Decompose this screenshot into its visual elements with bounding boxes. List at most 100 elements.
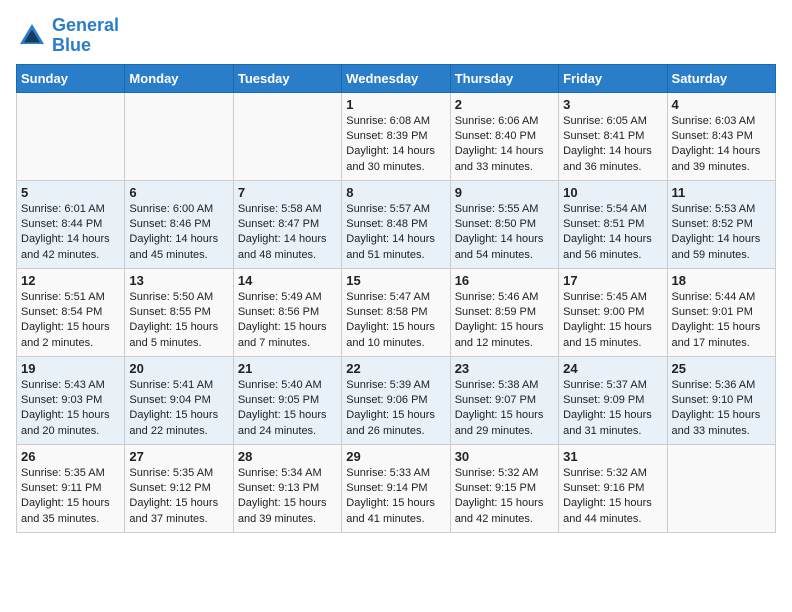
calendar-cell: 26Sunrise: 5:35 AM Sunset: 9:11 PM Dayli… — [17, 444, 125, 532]
calendar-cell: 20 Sunrise: 5:41 AM Sunset: 9:04 PM Dayli… — [125, 356, 233, 444]
cell-info: Sunrise: 5:49 AM Sunset: 8:56 PM Dayligh… — [238, 290, 337, 352]
calendar-cell: 21 Sunrise: 5:40 AM Sunset: 9:05 PM Dayli… — [233, 356, 341, 444]
cell-info: Sunrise: 5:51 AM Sunset: 8:54 PM Dayligh… — [21, 290, 120, 352]
day-number: 4 — [672, 97, 771, 112]
calendar-cell: 14 Sunrise: 5:49 AM Sunset: 8:56 PM Dayli… — [233, 268, 341, 356]
calendar-cell: 7 Sunrise: 5:58 AM Sunset: 8:47 PM Daylig… — [233, 180, 341, 268]
cell-info: Sunrise: 5:37 AM Sunset: 9:09 PM Dayligh… — [563, 378, 662, 440]
cell-info: Sunrise: 5:57 AM Sunset: 8:48 PM Dayligh… — [346, 202, 445, 264]
cell-info: Sunrise: 5:41 AM Sunset: 9:04 PM Dayligh… — [129, 378, 228, 440]
header-monday: Monday — [125, 64, 233, 92]
day-number: 29 — [346, 449, 445, 464]
cell-info: Sunrise: 5:53 AM Sunset: 8:52 PM Dayligh… — [672, 202, 771, 264]
day-number: 14 — [238, 273, 337, 288]
logo-text: General Blue — [52, 16, 119, 56]
cell-info: Sunrise: 6:00 AM Sunset: 8:46 PM Dayligh… — [129, 202, 228, 264]
cell-info: Sunrise: 5:36 AM Sunset: 9:10 PM Dayligh… — [672, 378, 771, 440]
day-number: 7 — [238, 185, 337, 200]
calendar-cell: 30Sunrise: 5:32 AM Sunset: 9:15 PM Dayli… — [450, 444, 558, 532]
day-number: 11 — [672, 185, 771, 200]
calendar-cell: 24 Sunrise: 5:37 AM Sunset: 9:09 PM Dayli… — [559, 356, 667, 444]
calendar-cell: 17 Sunrise: 5:45 AM Sunset: 9:00 PM Dayli… — [559, 268, 667, 356]
cell-info: Sunrise: 5:55 AM Sunset: 8:50 PM Dayligh… — [455, 202, 554, 264]
calendar-table: SundayMondayTuesdayWednesdayThursdayFrid… — [16, 64, 776, 533]
day-number: 13 — [129, 273, 228, 288]
week-row-4: 26Sunrise: 5:35 AM Sunset: 9:11 PM Dayli… — [17, 444, 776, 532]
cell-info: Sunrise: 5:43 AM Sunset: 9:03 PM Dayligh… — [21, 378, 120, 440]
calendar-cell: 18 Sunrise: 5:44 AM Sunset: 9:01 PM Dayli… — [667, 268, 775, 356]
header-sunday: Sunday — [17, 64, 125, 92]
calendar-cell: 12 Sunrise: 5:51 AM Sunset: 8:54 PM Dayli… — [17, 268, 125, 356]
cell-info: Sunrise: 5:46 AM Sunset: 8:59 PM Dayligh… — [455, 290, 554, 352]
day-number: 21 — [238, 361, 337, 376]
week-row-1: 5 Sunrise: 6:01 AM Sunset: 8:44 PM Daylig… — [17, 180, 776, 268]
day-number: 15 — [346, 273, 445, 288]
calendar-cell: 16 Sunrise: 5:46 AM Sunset: 8:59 PM Dayli… — [450, 268, 558, 356]
day-number: 17 — [563, 273, 662, 288]
cell-info: Sunrise: 5:47 AM Sunset: 8:58 PM Dayligh… — [346, 290, 445, 352]
header-wednesday: Wednesday — [342, 64, 450, 92]
calendar-cell: 19 Sunrise: 5:43 AM Sunset: 9:03 PM Dayli… — [17, 356, 125, 444]
cell-info: Sunrise: 6:06 AM Sunset: 8:40 PM Dayligh… — [455, 114, 554, 176]
cell-info: Sunrise: 5:39 AM Sunset: 9:06 PM Dayligh… — [346, 378, 445, 440]
cell-info: Sunrise: 6:03 AM Sunset: 8:43 PM Dayligh… — [672, 114, 771, 176]
cell-info: Sunrise: 5:58 AM Sunset: 8:47 PM Dayligh… — [238, 202, 337, 264]
day-number: 10 — [563, 185, 662, 200]
day-number: 6 — [129, 185, 228, 200]
week-row-3: 19 Sunrise: 5:43 AM Sunset: 9:03 PM Dayli… — [17, 356, 776, 444]
day-number: 16 — [455, 273, 554, 288]
week-row-0: 1Sunrise: 6:08 AM Sunset: 8:39 PM Daylig… — [17, 92, 776, 180]
day-number: 19 — [21, 361, 120, 376]
day-number: 5 — [21, 185, 120, 200]
calendar-cell: 8Sunrise: 5:57 AM Sunset: 8:48 PM Daylig… — [342, 180, 450, 268]
day-number: 20 — [129, 361, 228, 376]
calendar-cell: 4 Sunrise: 6:03 AM Sunset: 8:43 PM Daylig… — [667, 92, 775, 180]
cell-info: Sunrise: 5:35 AM Sunset: 9:12 PM Dayligh… — [129, 466, 228, 528]
calendar-cell: 13Sunrise: 5:50 AM Sunset: 8:55 PM Dayli… — [125, 268, 233, 356]
cell-info: Sunrise: 5:45 AM Sunset: 9:00 PM Dayligh… — [563, 290, 662, 352]
calendar-cell — [667, 444, 775, 532]
calendar-cell: 31 Sunrise: 5:32 AM Sunset: 9:16 PM Dayli… — [559, 444, 667, 532]
cell-info: Sunrise: 5:32 AM Sunset: 9:15 PM Dayligh… — [455, 466, 554, 528]
calendar-cell: 5 Sunrise: 6:01 AM Sunset: 8:44 PM Daylig… — [17, 180, 125, 268]
day-number: 26 — [21, 449, 120, 464]
calendar-cell: 23Sunrise: 5:38 AM Sunset: 9:07 PM Dayli… — [450, 356, 558, 444]
cell-info: Sunrise: 5:40 AM Sunset: 9:05 PM Dayligh… — [238, 378, 337, 440]
day-number: 9 — [455, 185, 554, 200]
day-number: 31 — [563, 449, 662, 464]
calendar-cell — [125, 92, 233, 180]
cell-info: Sunrise: 5:33 AM Sunset: 9:14 PM Dayligh… — [346, 466, 445, 528]
cell-info: Sunrise: 6:01 AM Sunset: 8:44 PM Dayligh… — [21, 202, 120, 264]
calendar-cell: 10 Sunrise: 5:54 AM Sunset: 8:51 PM Dayli… — [559, 180, 667, 268]
calendar-cell — [233, 92, 341, 180]
day-number: 2 — [455, 97, 554, 112]
calendar-cell: 6 Sunrise: 6:00 AM Sunset: 8:46 PM Daylig… — [125, 180, 233, 268]
day-number: 1 — [346, 97, 445, 112]
logo: General Blue — [16, 16, 119, 56]
cell-info: Sunrise: 5:44 AM Sunset: 9:01 PM Dayligh… — [672, 290, 771, 352]
cell-info: Sunrise: 5:54 AM Sunset: 8:51 PM Dayligh… — [563, 202, 662, 264]
cell-info: Sunrise: 5:34 AM Sunset: 9:13 PM Dayligh… — [238, 466, 337, 528]
cell-info: Sunrise: 5:32 AM Sunset: 9:16 PM Dayligh… — [563, 466, 662, 528]
week-row-2: 12 Sunrise: 5:51 AM Sunset: 8:54 PM Dayli… — [17, 268, 776, 356]
day-number: 24 — [563, 361, 662, 376]
day-number: 28 — [238, 449, 337, 464]
header-saturday: Saturday — [667, 64, 775, 92]
header-tuesday: Tuesday — [233, 64, 341, 92]
calendar-cell: 3Sunrise: 6:05 AM Sunset: 8:41 PM Daylig… — [559, 92, 667, 180]
logo-icon — [16, 20, 48, 52]
day-number: 18 — [672, 273, 771, 288]
calendar-cell: 28 Sunrise: 5:34 AM Sunset: 9:13 PM Dayli… — [233, 444, 341, 532]
cell-info: Sunrise: 5:38 AM Sunset: 9:07 PM Dayligh… — [455, 378, 554, 440]
calendar-header-row: SundayMondayTuesdayWednesdayThursdayFrid… — [17, 64, 776, 92]
calendar-cell: 27Sunrise: 5:35 AM Sunset: 9:12 PM Dayli… — [125, 444, 233, 532]
calendar-cell: 2 Sunrise: 6:06 AM Sunset: 8:40 PM Daylig… — [450, 92, 558, 180]
day-number: 25 — [672, 361, 771, 376]
day-number: 12 — [21, 273, 120, 288]
calendar-cell — [17, 92, 125, 180]
cell-info: Sunrise: 6:05 AM Sunset: 8:41 PM Dayligh… — [563, 114, 662, 176]
day-number: 22 — [346, 361, 445, 376]
calendar-cell: 1Sunrise: 6:08 AM Sunset: 8:39 PM Daylig… — [342, 92, 450, 180]
header-friday: Friday — [559, 64, 667, 92]
calendar-cell: 11 Sunrise: 5:53 AM Sunset: 8:52 PM Dayli… — [667, 180, 775, 268]
